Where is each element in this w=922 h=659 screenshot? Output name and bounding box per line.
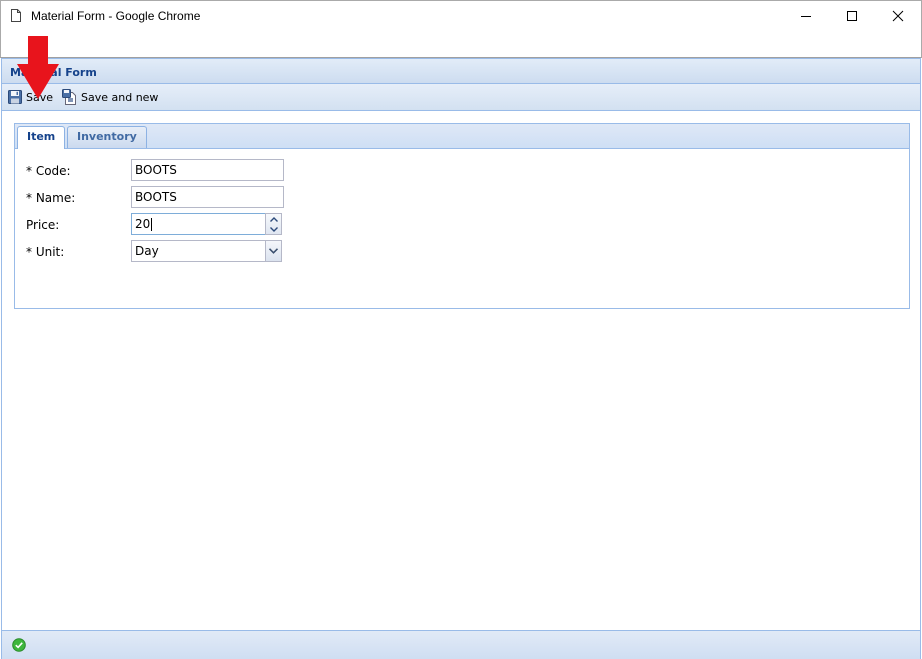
chevron-up-icon xyxy=(269,216,278,222)
save-new-icon xyxy=(62,89,76,105)
panel-header: Material Form xyxy=(2,59,920,84)
chevron-down-icon xyxy=(269,248,278,254)
minimize-button[interactable] xyxy=(783,1,829,32)
price-spinner[interactable] xyxy=(265,213,282,235)
browser-address-area xyxy=(0,31,922,58)
spin-down-button[interactable] xyxy=(266,224,281,234)
price-field[interactable]: 20 xyxy=(131,213,265,235)
form-tab-panel: Item Inventory * Code: BOOTS * Name: BOO… xyxy=(14,123,910,309)
tab-strip: Item Inventory xyxy=(15,124,909,149)
unit-label: * Unit: xyxy=(26,245,65,259)
tab-inventory[interactable]: Inventory xyxy=(67,126,147,148)
red-arrow-annotation-icon xyxy=(17,36,59,99)
document-icon xyxy=(11,9,21,22)
code-field[interactable]: BOOTS xyxy=(131,159,284,181)
window-title: Material Form - Google Chrome xyxy=(31,9,201,23)
price-label: Price: xyxy=(26,218,60,232)
close-icon xyxy=(892,10,904,22)
chevron-down-icon xyxy=(269,226,278,232)
check-circle-icon xyxy=(12,638,26,652)
status-bar xyxy=(2,630,920,659)
code-label: * Code: xyxy=(26,164,71,178)
maximize-button[interactable] xyxy=(829,1,875,32)
unit-select[interactable]: Day xyxy=(131,240,265,262)
name-field[interactable]: BOOTS xyxy=(131,186,284,208)
browser-title-bar: Material Form - Google Chrome xyxy=(0,0,922,32)
save-and-new-label: Save and new xyxy=(81,90,159,104)
form-toolbar: Save Save and new xyxy=(2,84,920,111)
price-value: 20 xyxy=(135,217,151,231)
minimize-icon xyxy=(801,16,811,17)
text-cursor xyxy=(151,218,153,231)
save-and-new-button[interactable]: Save and new xyxy=(62,88,158,106)
spin-up-button[interactable] xyxy=(266,214,281,224)
material-form-panel: Material Form Save Save and new Item xyxy=(1,58,921,659)
name-label: * Name: xyxy=(26,191,76,205)
tab-item[interactable]: Item xyxy=(17,126,66,149)
close-button[interactable] xyxy=(875,1,921,32)
maximize-icon xyxy=(847,11,857,21)
unit-dropdown-trigger[interactable] xyxy=(265,240,282,262)
